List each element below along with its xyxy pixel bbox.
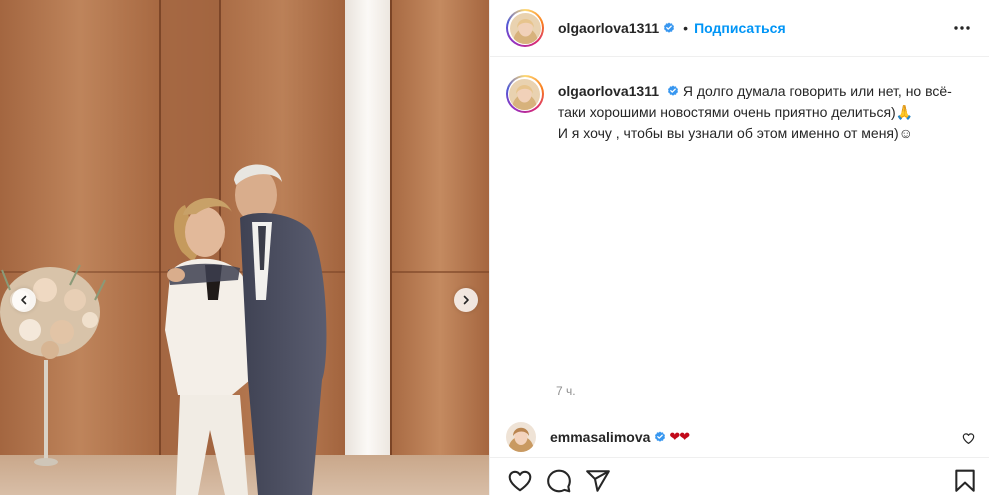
post-photo[interactable] xyxy=(0,0,489,495)
commenter-avatar[interactable] xyxy=(506,422,536,452)
verified-badge-icon xyxy=(655,431,666,442)
post-side-panel: olgaorlova1311 • Подписаться olgaorlova1… xyxy=(489,0,989,495)
comment-like-icon[interactable] xyxy=(962,432,975,445)
verified-badge-icon xyxy=(664,22,675,33)
carousel-prev-button[interactable] xyxy=(12,288,36,312)
post-timestamp[interactable]: 7 ч. xyxy=(556,384,576,398)
more-horizontal-icon[interactable] xyxy=(952,18,972,38)
comment-row: emmasalimova ❤❤ xyxy=(506,422,976,452)
chevron-left-icon xyxy=(21,295,27,305)
comment-username[interactable]: emmasalimova xyxy=(550,429,650,445)
follow-button[interactable]: Подписаться xyxy=(694,20,786,36)
caption-avatar[interactable] xyxy=(506,75,544,113)
caption-text-block: olgaorlova1311 Я долго думала говорить и… xyxy=(558,81,976,144)
post-caption: olgaorlova1311 Я долго думала говорить и… xyxy=(506,75,976,144)
comment-icon[interactable] xyxy=(546,468,572,494)
chevron-right-icon xyxy=(463,295,469,305)
header-separator: • xyxy=(683,20,689,36)
post-header: olgaorlova1311 • Подписаться xyxy=(490,0,989,57)
profile-photo-icon xyxy=(509,12,541,44)
save-icon[interactable] xyxy=(952,468,978,494)
verified-badge-icon xyxy=(668,85,678,96)
instagram-post: olgaorlova1311 • Подписаться olgaorlova1… xyxy=(0,0,989,495)
comment-text: ❤❤ xyxy=(669,429,690,444)
carousel-next-button[interactable] xyxy=(454,288,478,312)
photo-scene xyxy=(0,0,489,495)
like-icon[interactable] xyxy=(507,468,533,494)
caption-username[interactable]: olgaorlova1311 xyxy=(558,83,659,99)
profile-photo-icon xyxy=(509,78,541,110)
share-icon[interactable] xyxy=(585,468,611,494)
action-bar xyxy=(490,457,989,495)
author-avatar[interactable] xyxy=(506,9,544,47)
author-username[interactable]: olgaorlova1311 xyxy=(558,20,659,36)
header-user: olgaorlova1311 • Подписаться xyxy=(558,20,786,36)
